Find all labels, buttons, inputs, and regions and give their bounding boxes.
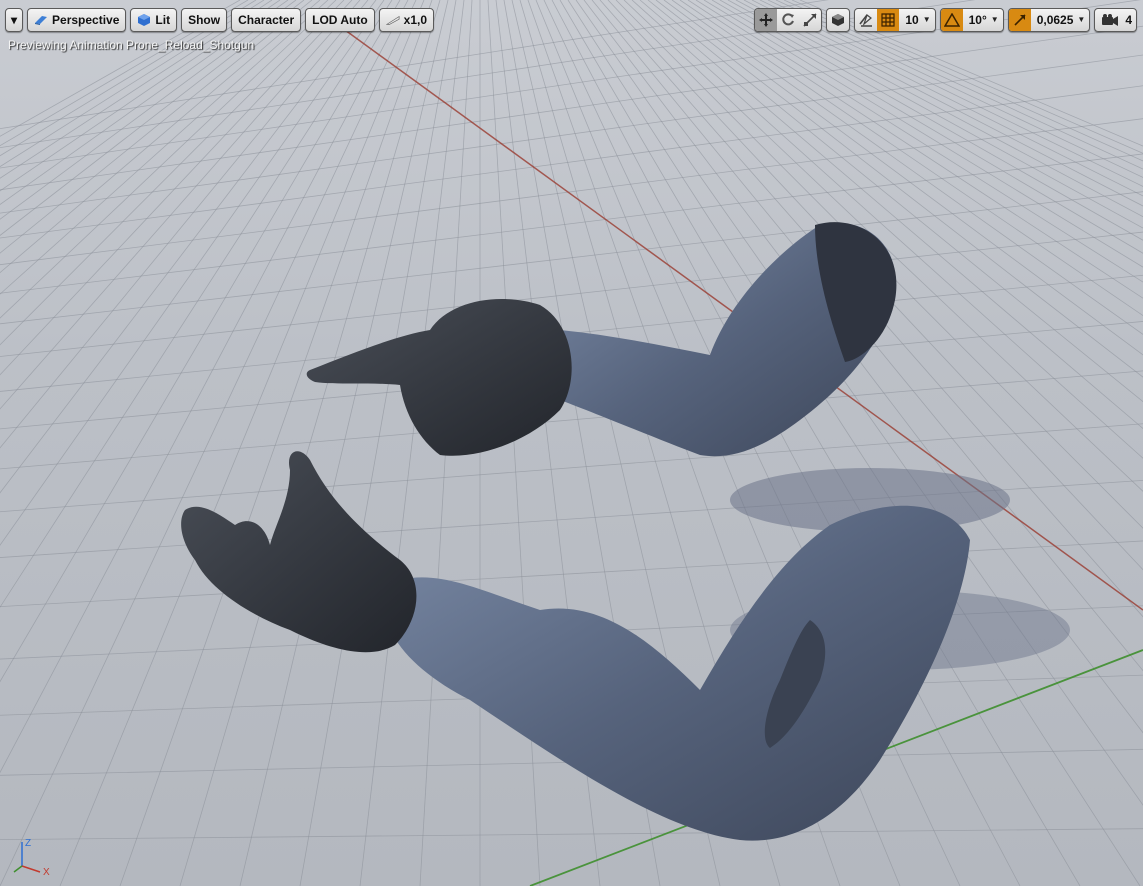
view-mode-label: Perspective — [52, 12, 120, 27]
scale-icon — [803, 12, 817, 27]
scale-snap-value[interactable]: 0,0625 ▼ — [1031, 9, 1090, 31]
scale-mode-button[interactable] — [799, 9, 821, 31]
rotate-icon — [782, 12, 795, 25]
scale-snap-label: 0,0625 — [1036, 12, 1074, 27]
show-flags-label: Show — [188, 12, 221, 27]
z-axis-label: Z — [25, 838, 31, 849]
preview-status-text: Previewing Animation Prone_Reload_Shotgu… — [8, 38, 255, 52]
scale-snap-toggle[interactable] — [1008, 8, 1031, 31]
upper-arm-mesh[interactable] — [306, 222, 897, 457]
viewport-scene[interactable] — [0, 0, 1143, 886]
character-menu-label: Character — [238, 12, 295, 27]
viewport-toolbar-left: ▾ Perspective Lit Show Character LOD Aut… — [5, 7, 438, 32]
lighting-mode-label: Lit — [155, 12, 171, 27]
camera-speed-label: 4 — [1125, 12, 1132, 27]
surface-snap-button[interactable] — [855, 9, 877, 31]
move-icon — [759, 12, 774, 27]
playback-speed-label: x1,0 — [403, 12, 428, 27]
axis-gizmo: Z X — [13, 838, 50, 876]
speed-icon — [385, 13, 400, 27]
viewport-options-dropdown[interactable]: ▾ — [5, 7, 24, 32]
view-mode-button[interactable]: Perspective — [27, 7, 127, 32]
chevron-down-icon: ▼ — [1077, 15, 1086, 24]
rotate-mode-button[interactable] — [777, 9, 799, 31]
rotation-snap-group: 10° ▼ — [939, 7, 1004, 32]
scale-snap-icon — [1014, 13, 1026, 26]
lod-button[interactable]: LOD Auto — [305, 7, 375, 32]
translate-mode-button[interactable] — [755, 8, 778, 31]
coordinate-system-button[interactable] — [827, 9, 849, 31]
rotation-snap-label: 10° — [968, 12, 987, 27]
transform-mode-group — [754, 7, 823, 32]
surface-snap-icon — [859, 13, 873, 27]
coordinate-system-group — [826, 7, 851, 32]
angle-icon — [943, 12, 960, 27]
character-menu-button[interactable]: Character — [231, 7, 302, 32]
show-flags-button[interactable]: Show — [181, 7, 228, 32]
chevron-down-icon: ▼ — [922, 15, 931, 24]
camera-speed-button[interactable]: 4 — [1095, 9, 1136, 31]
lod-label: LOD Auto — [312, 12, 368, 27]
animation-viewport[interactable]: ▾ Perspective Lit Show Character LOD Aut… — [0, 0, 1143, 886]
rotation-snap-value[interactable]: 10° ▼ — [963, 9, 1003, 31]
playback-speed-button[interactable]: x1,0 — [378, 7, 435, 32]
scale-snap-group: 0,0625 ▼ — [1007, 7, 1091, 32]
world-cube-icon — [832, 13, 845, 26]
viewport-toolbar-right: 10 ▼ 10° ▼ 0,0625 ▼ 4 — [750, 7, 1137, 32]
grid-snap-group: 10 ▼ — [854, 7, 936, 32]
x-axis-label: X — [43, 867, 50, 876]
grid-snap-value[interactable]: 10 ▼ — [899, 9, 934, 31]
chevron-down-icon: ▼ — [990, 15, 999, 24]
camera-icon — [1102, 13, 1119, 26]
rotation-snap-toggle[interactable] — [940, 8, 963, 31]
camera-speed-group: 4 — [1094, 7, 1137, 32]
grid-snap-toggle[interactable] — [877, 8, 900, 31]
lit-cube-icon — [137, 13, 151, 27]
lighting-mode-button[interactable]: Lit — [130, 7, 178, 32]
perspective-icon — [34, 13, 48, 27]
grid-icon — [881, 12, 895, 27]
chevron-down-icon: ▾ — [11, 12, 18, 27]
grid-snap-label: 10 — [905, 12, 919, 27]
